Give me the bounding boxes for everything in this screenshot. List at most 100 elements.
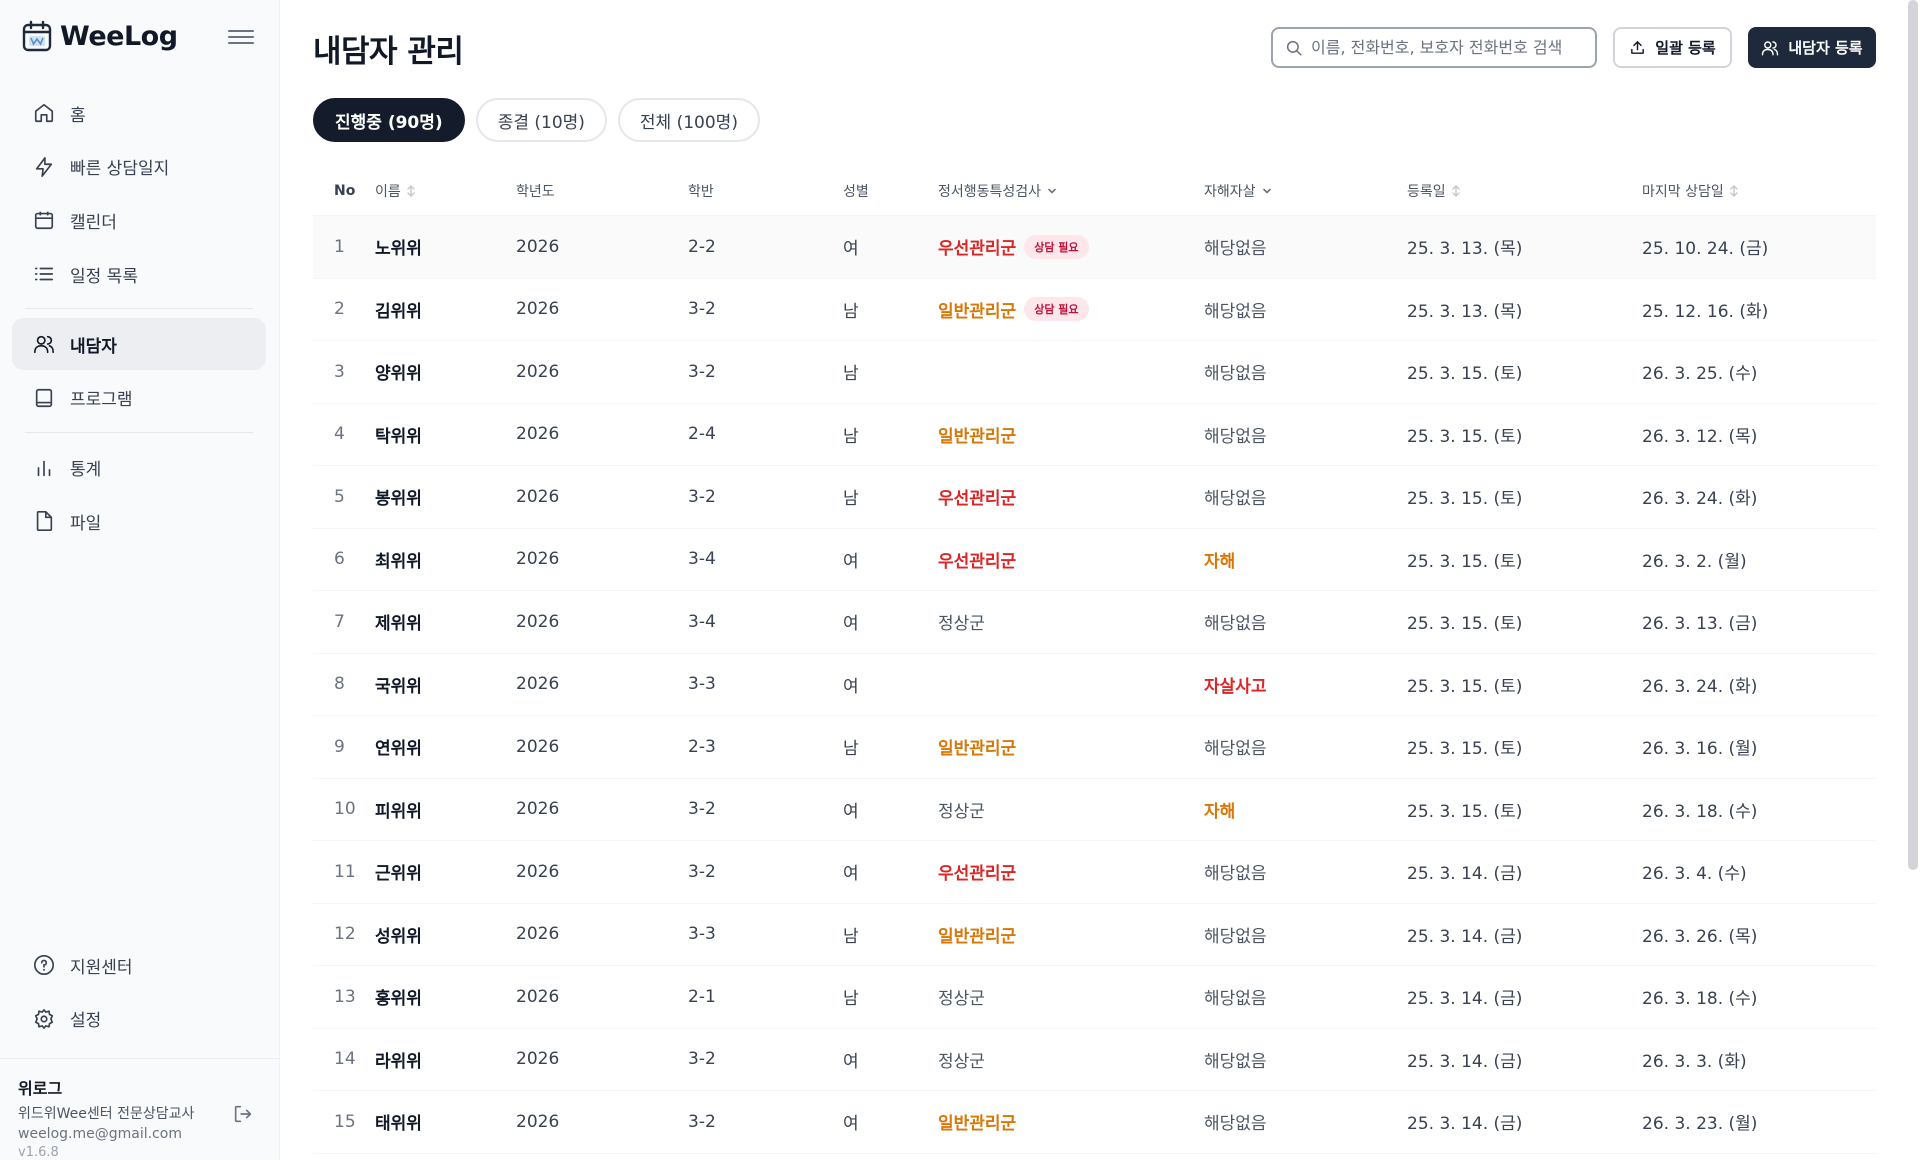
sidebar-item-schedule-list[interactable]: 일정 목록	[12, 248, 266, 300]
search-box[interactable]	[1271, 27, 1597, 68]
self-harm-status: 해당없음	[1204, 301, 1267, 322]
chevron-down-icon	[1048, 188, 1056, 194]
user-name: 위로그	[18, 1079, 63, 1098]
school-year: 2026	[516, 986, 560, 1007]
emotion-status: 정상군	[938, 989, 985, 1010]
registered-date: 25. 3. 15. (토)	[1407, 551, 1523, 572]
table-row[interactable]: 8 국위위 2026 3-3 여 자살사고 25. 3. 15. (토) 26. 3. 24.…	[313, 654, 1876, 716]
user-role: 위드위Wee센터 전문상담교사	[18, 1106, 195, 1122]
sidebar-item-clients[interactable]: 내담자	[12, 318, 266, 371]
table-row[interactable]: 2 김위위 2026 3-2 남 일반관리군 상담 필요 해당없음 25. 3. 13. (목)…	[313, 279, 1876, 341]
sidebar-item-support[interactable]: 지원센터	[12, 939, 266, 991]
row-no: 9	[334, 736, 345, 757]
row-no: 15	[334, 1111, 356, 1132]
emotion-cell: 일반관리군	[938, 422, 1204, 447]
help-circle-icon	[32, 953, 56, 977]
emotion-cell: 우선관리군	[938, 859, 1204, 884]
counseling-needed-badge: 상담 필요	[1024, 297, 1089, 322]
users-icon	[32, 332, 56, 356]
col-last-session[interactable]: 마지막 상담일	[1642, 181, 1876, 201]
registered-date: 25. 3. 14. (금)	[1407, 926, 1523, 947]
last-session-date: 26. 3. 24. (화)	[1642, 489, 1758, 510]
col-name[interactable]: 이름	[375, 181, 516, 201]
registered-date: 25. 3. 15. (토)	[1407, 489, 1523, 510]
last-session-date: 26. 3. 25. (수)	[1642, 364, 1758, 385]
home-icon	[32, 101, 56, 125]
sidebar-item-label: 빠른 상담일지	[70, 159, 170, 180]
brand-name: WeeLog	[60, 20, 178, 52]
bulk-register-button[interactable]: 일괄 등록	[1613, 27, 1732, 68]
self-harm-status: 해당없음	[1204, 1051, 1267, 1072]
emotion-status: 우선관리군	[938, 864, 1017, 885]
table-row[interactable]: 6 최위위 2026 3-4 여 우선관리군 자해 25. 3. 15. (토) 26. 3. …	[313, 529, 1876, 591]
col-self-harm[interactable]: 자해자살	[1204, 181, 1407, 201]
table-row[interactable]: 5 봉위위 2026 3-2 남 우선관리군 해당없음 25. 3. 15. (토) 26. 3…	[313, 466, 1876, 529]
table-row[interactable]: 15 태위위 2026 3-2 여 일반관리군 해당없음 25. 3. 14. (금) 26. …	[313, 1091, 1876, 1154]
file-icon	[32, 509, 56, 533]
client-name: 양위위	[375, 364, 422, 385]
logout-icon[interactable]	[232, 1103, 254, 1125]
table-header: No 이름 학년도 학반 성별 정서행동특성검사 자해자살 등록일 마지막 상담…	[313, 166, 1876, 216]
sex: 여	[843, 1114, 859, 1135]
self-harm-status: 해당없음	[1204, 926, 1267, 947]
table-row[interactable]: 14 라위위 2026 3-2 여 정상군 해당없음 25. 3. 14. (금) 26. 3.…	[313, 1029, 1876, 1091]
row-no: 1	[334, 236, 345, 257]
emotion-status: 우선관리군	[938, 489, 1017, 510]
tab-in-progress[interactable]: 진행중 (90명)	[313, 98, 465, 142]
table-row[interactable]: 9 연위위 2026 2-3 남 일반관리군 해당없음 25. 3. 15. (토) 26. 3…	[313, 716, 1876, 779]
table-row[interactable]: 10 피위위 2026 3-2 여 정상군 자해 25. 3. 15. (토) 26. 3. 1…	[313, 779, 1876, 841]
client-name: 성위위	[375, 926, 422, 947]
client-name: 최위위	[375, 551, 422, 572]
tab-all[interactable]: 전체 (100명)	[617, 98, 760, 142]
col-registered[interactable]: 등록일	[1407, 181, 1642, 201]
hamburger-menu-icon[interactable]	[228, 26, 254, 48]
status-tabs: 진행중 (90명) 종결 (10명) 전체 (100명)	[313, 98, 760, 142]
self-harm-status: 자해	[1204, 551, 1236, 572]
col-name-label: 이름	[375, 183, 401, 200]
sidebar-item-home[interactable]: 홈	[12, 87, 266, 139]
sidebar-item-program[interactable]: 프로그램	[12, 372, 266, 424]
table-row[interactable]: 11 근위위 2026 3-2 여 우선관리군 해당없음 25. 3. 14. (금) 26. …	[313, 841, 1876, 904]
sidebar-item-quick-log[interactable]: 빠른 상담일지	[12, 141, 266, 193]
emotion-cell: 정상군	[938, 984, 1204, 1009]
row-no: 5	[334, 486, 345, 507]
class: 3-2	[688, 861, 716, 882]
tab-closed[interactable]: 종결 (10명)	[475, 98, 607, 142]
last-session-date: 26. 3. 2. (월)	[1642, 551, 1747, 572]
sidebar-item-statistics[interactable]: 통계	[12, 442, 266, 494]
search-input[interactable]	[1311, 38, 1591, 57]
client-name: 태위위	[375, 1114, 422, 1135]
school-year: 2026	[516, 924, 560, 945]
registered-date: 25. 3. 14. (금)	[1407, 864, 1523, 885]
registered-date: 25. 3. 15. (토)	[1407, 364, 1523, 385]
sex: 여	[843, 676, 859, 697]
table-row[interactable]: 13 홍위위 2026 2-1 남 정상군 해당없음 25. 3. 14. (금) 26. 3.…	[313, 966, 1876, 1029]
row-no: 3	[334, 361, 345, 382]
row-no: 8	[334, 674, 345, 695]
sex: 여	[843, 801, 859, 822]
col-emotion[interactable]: 정서행동특성검사	[938, 181, 1204, 201]
table-row[interactable]: 7 제위위 2026 3-4 여 정상군 해당없음 25. 3. 15. (토) 26. 3. …	[313, 591, 1876, 654]
brand[interactable]: WeeLog	[22, 20, 178, 52]
list-icon	[32, 262, 56, 286]
table-row[interactable]: 3 양위위 2026 3-2 남 해당없음 25. 3. 15. (토) 26. 3. 25.…	[313, 341, 1876, 404]
scrollbar[interactable]	[1908, 0, 1918, 870]
table-row[interactable]: 1 노위위 2026 2-2 여 우선관리군 상담 필요 해당없음 25. 3. 13. (목)…	[313, 216, 1876, 279]
emotion-cell: 일반관리군	[938, 1109, 1204, 1134]
table-row[interactable]: 4 탁위위 2026 2-4 남 일반관리군 해당없음 25. 3. 15. (토) 26. 3…	[313, 404, 1876, 466]
sidebar-item-label: 통계	[70, 460, 102, 481]
client-name: 연위위	[375, 739, 422, 760]
add-client-button[interactable]: 내담자 등록	[1748, 27, 1876, 68]
class: 3-3	[688, 674, 716, 695]
col-last-session-label: 마지막 상담일	[1642, 183, 1724, 200]
sidebar-item-label: 내담자	[70, 336, 117, 357]
sidebar-item-calendar[interactable]: 캘린더	[12, 194, 266, 246]
sidebar-item-settings[interactable]: 설정	[12, 993, 266, 1045]
client-name: 국위위	[375, 676, 422, 697]
sidebar-item-files[interactable]: 파일	[12, 495, 266, 547]
sidebar-item-label: 프로그램	[70, 390, 133, 411]
school-year: 2026	[516, 486, 560, 507]
col-year: 학년도	[516, 183, 555, 200]
table-row[interactable]: 12 성위위 2026 3-3 남 일반관리군 해당없음 25. 3. 14. (금) 26. …	[313, 904, 1876, 966]
chevron-down-icon	[1262, 188, 1271, 194]
